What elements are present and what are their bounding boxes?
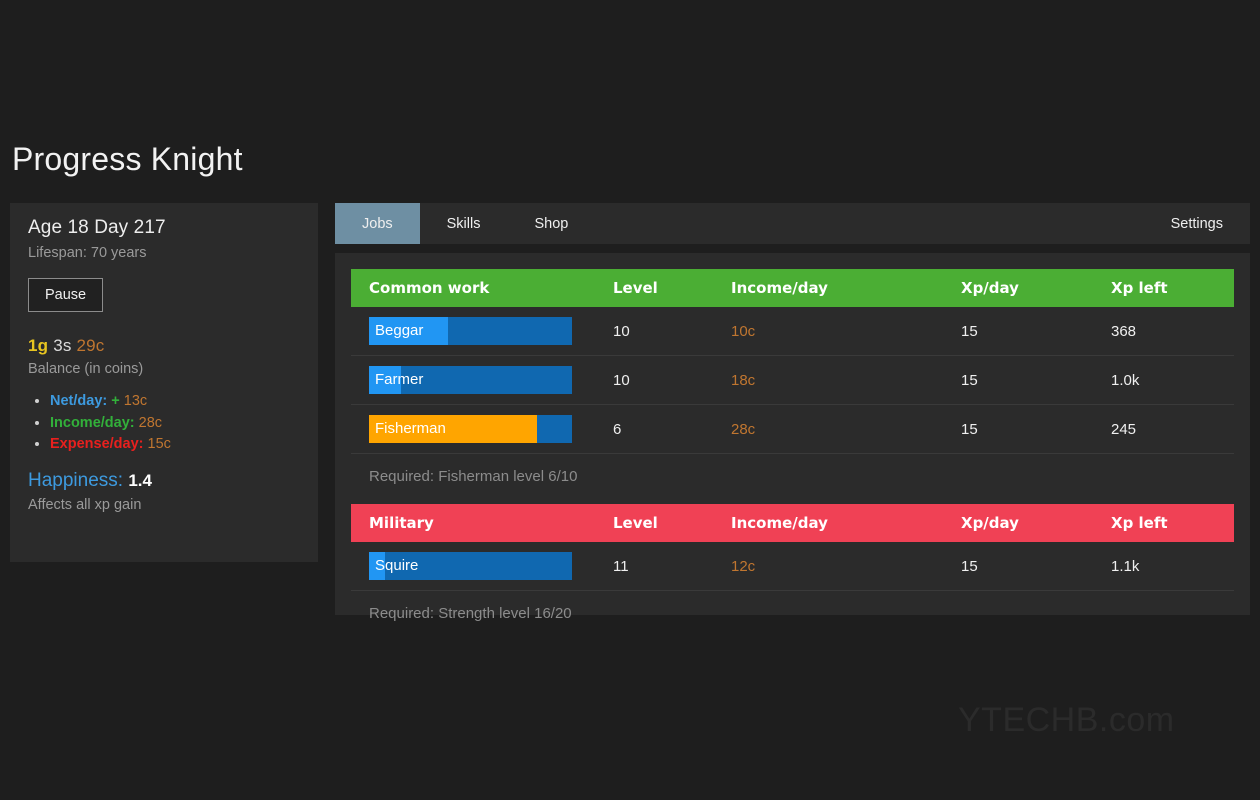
pause-button[interactable]: Pause xyxy=(28,278,104,312)
jobs-table: Common work Level Income/day Xp/day Xp left B… xyxy=(351,269,1234,635)
job-xpleft-cell: 1.1k xyxy=(1111,542,1234,591)
job-name-label: Fisherman xyxy=(375,420,446,437)
age-line: Age 18 Day 217 xyxy=(28,217,166,238)
category-title: Common work xyxy=(351,269,613,307)
stat-net-sign: + xyxy=(111,393,120,409)
stat-net-label: Net/day: xyxy=(50,393,108,409)
balance-silver: 3s xyxy=(53,336,72,355)
requirement-row: Required: Strength level 16/20 xyxy=(351,591,1234,636)
job-xpday-cell: 15 xyxy=(961,542,1111,591)
job-name-cell[interactable]: Fisherman xyxy=(351,404,613,454)
job-xpday-cell: 15 xyxy=(961,307,1111,356)
category-header-row: Military Level Income/day Xp/day Xp left xyxy=(351,504,1234,542)
job-name-cell[interactable]: Beggar xyxy=(351,307,613,356)
job-income-cell: 10c xyxy=(731,307,961,356)
tab-shop[interactable]: Shop xyxy=(507,203,595,244)
job-name-label: Farmer xyxy=(375,371,424,388)
column-header-xp-day: Xp/day xyxy=(961,269,1111,307)
watermark: YTECHB.com xyxy=(958,701,1175,739)
requirement-row: Required: Fisherman level 6/10 xyxy=(351,454,1234,499)
category-title: Military xyxy=(351,504,613,542)
requirement-text: Required: Strength level 16/20 xyxy=(369,604,572,622)
balance-copper: 29c xyxy=(76,336,105,355)
stat-net-day: Net/day: + 13c xyxy=(50,393,300,409)
tab-jobs[interactable]: Jobs xyxy=(335,203,420,244)
job-xpday-cell: 15 xyxy=(961,404,1111,454)
job-xpleft-cell: 368 xyxy=(1111,307,1234,356)
tab-spacer xyxy=(595,203,1143,244)
stat-expense-day: Expense/day: 15c xyxy=(50,436,300,452)
column-header-income-day: Income/day xyxy=(731,269,961,307)
table-row[interactable]: Farmer 10 18c 15 1.0k xyxy=(351,355,1234,405)
column-header-level: Level xyxy=(613,504,731,542)
happiness-row: Happiness: 1.4 xyxy=(28,470,300,492)
table-row[interactable]: Fisherman 6 28c 15 245 xyxy=(351,404,1234,454)
table-row[interactable]: Squire 11 12c 15 1.1k xyxy=(351,542,1234,591)
job-level-cell: 10 xyxy=(613,355,731,405)
job-xpleft-cell: 245 xyxy=(1111,404,1234,454)
tab-skills[interactable]: Skills xyxy=(420,203,508,244)
job-progress-bar[interactable]: Beggar xyxy=(369,317,572,345)
job-progress-bar[interactable]: Fisherman xyxy=(369,415,572,443)
status-sidebar: Age 18 Day 217 Lifespan: 70 years Pause … xyxy=(10,203,318,562)
job-income-cell: 28c xyxy=(731,404,961,454)
balance-gold: 1g xyxy=(28,336,49,355)
balance-amount: 1g 3s 29c xyxy=(28,336,300,356)
stat-income-value: 28c xyxy=(138,414,163,431)
stat-expense-value: 15c xyxy=(147,436,171,452)
balance-caption: Balance (in coins) xyxy=(28,361,144,377)
job-income-cell: 12c xyxy=(731,542,961,591)
lifespan-line: Lifespan: 70 years xyxy=(28,245,147,261)
daily-stats-list: Net/day: + 13c Income/day: 28c Expense/d… xyxy=(28,393,300,452)
page-title: Progress Knight xyxy=(12,141,243,177)
requirement-text: Required: Fisherman level 6/10 xyxy=(369,467,578,485)
happiness-label: Happiness: xyxy=(28,470,124,491)
job-progress-bar[interactable]: Squire xyxy=(369,552,572,580)
happiness-value: 1.4 xyxy=(128,471,152,490)
job-name-label: Squire xyxy=(375,557,419,574)
job-xpday-cell: 15 xyxy=(961,355,1111,405)
job-level-cell: 10 xyxy=(613,307,731,356)
job-level-cell: 6 xyxy=(613,404,731,454)
category-header-row: Common work Level Income/day Xp/day Xp left xyxy=(351,269,1234,307)
column-header-xp-left: Xp left xyxy=(1111,269,1234,307)
job-progress-bar[interactable]: Farmer xyxy=(369,366,572,394)
tab-bar: Jobs Skills Shop Settings xyxy=(335,203,1250,244)
job-income-cell: 18c xyxy=(731,355,961,405)
job-level-cell: 11 xyxy=(613,542,731,591)
table-row[interactable]: Beggar 10 10c 15 368 xyxy=(351,307,1234,356)
job-name-cell[interactable]: Squire xyxy=(351,542,613,591)
stat-income-day: Income/day: 28c xyxy=(50,415,300,431)
column-header-xp-left: Xp left xyxy=(1111,504,1234,542)
job-name-cell[interactable]: Farmer xyxy=(351,355,613,405)
stat-expense-label: Expense/day: xyxy=(50,436,144,452)
jobs-panel: Common work Level Income/day Xp/day Xp left B… xyxy=(335,253,1250,622)
column-header-xp-day: Xp/day xyxy=(961,504,1111,542)
stat-income-label: Income/day: xyxy=(50,414,135,431)
column-header-income-day: Income/day xyxy=(731,504,961,542)
column-header-level: Level xyxy=(613,269,731,307)
tab-settings[interactable]: Settings xyxy=(1144,203,1250,244)
job-name-label: Beggar xyxy=(375,322,424,339)
happiness-caption: Affects all xp gain xyxy=(28,497,142,513)
stat-net-value: 13c xyxy=(123,393,148,409)
job-xpleft-cell: 1.0k xyxy=(1111,355,1234,405)
